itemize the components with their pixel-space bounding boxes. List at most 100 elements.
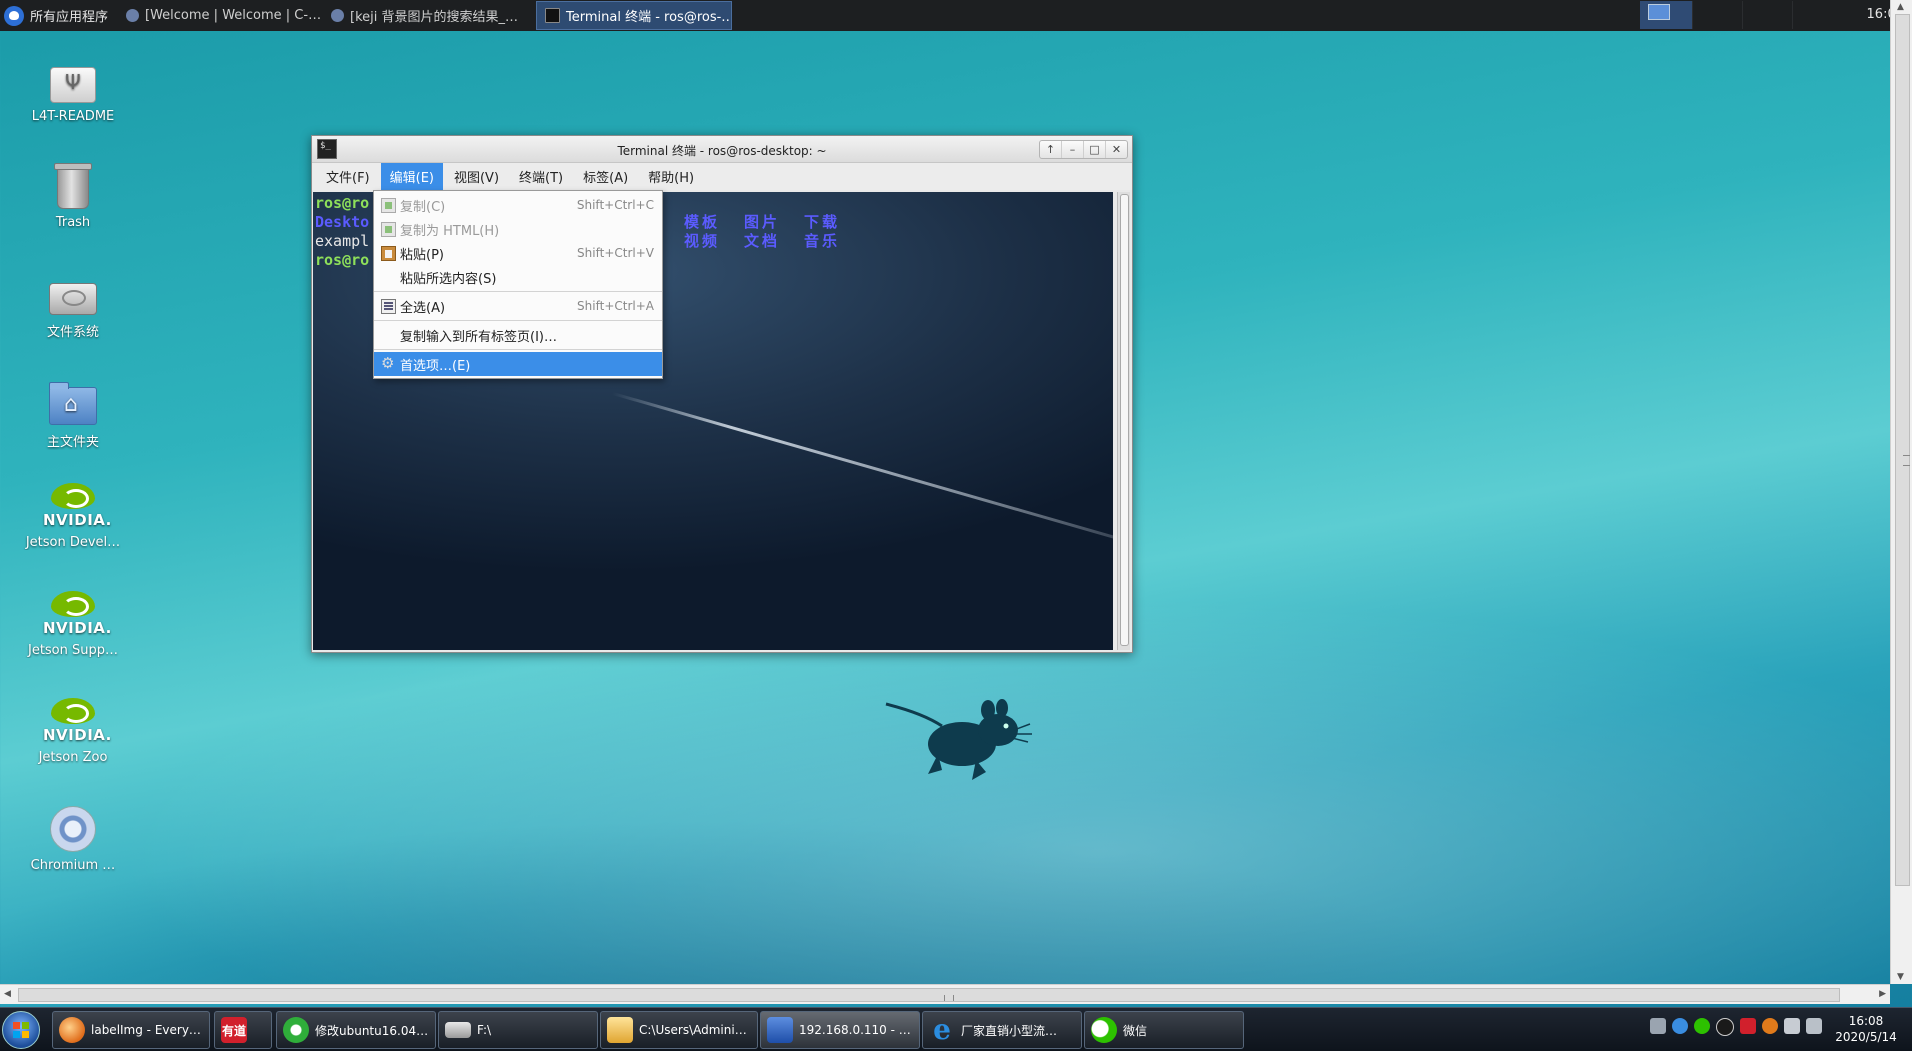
maximize-button[interactable]: □	[1084, 141, 1106, 158]
top-panel: 所有应用程序 [Welcome | Welcome | C-… [keji 背景…	[0, 0, 1912, 31]
menu-item-preferences[interactable]: ⚙ 首选项…(E)	[374, 352, 662, 376]
system-tray	[1650, 1018, 1822, 1036]
desktop-icon-label: Jetson Supp…	[27, 643, 119, 658]
terminal-scrollbar[interactable]	[1117, 192, 1130, 650]
viewer-vertical-scrollbar[interactable]: ▲ ▼	[1890, 0, 1912, 984]
taskbar-item-ie[interactable]: e 厂家直销小型流…	[922, 1011, 1082, 1049]
menu-item-paste[interactable]: 粘贴(P) Shift+Ctrl+V	[374, 241, 662, 265]
menu-file[interactable]: 文件(F)	[317, 163, 379, 190]
scroll-left-arrow-icon[interactable]: ◀	[4, 989, 11, 999]
menu-terminal[interactable]: 终端(T)	[510, 163, 572, 190]
taskbar-item-remote-desktop[interactable]: 192.168.0.110 - …	[760, 1011, 920, 1049]
close-button[interactable]: ✕	[1106, 141, 1127, 158]
menu-edit[interactable]: 编辑(E)	[380, 163, 443, 190]
taskbar-item-wechat[interactable]: 微信	[1084, 1011, 1244, 1049]
remote-desktop-icon	[767, 1017, 793, 1043]
edit-menu-dropdown: 复制(C) Shift+Ctrl+C 复制为 HTML(H) 粘贴(P) Shi…	[373, 190, 663, 379]
menu-view[interactable]: 视图(V)	[445, 163, 508, 190]
nvidia-icon: NVIDIA.	[43, 591, 111, 637]
viewer-horizontal-scrollbar[interactable]: ◀ ▶	[0, 984, 1890, 1004]
desktop-icon-jetson-developer[interactable]: NVIDIA. Jetson Devel…	[12, 483, 134, 550]
dir-entry: 模板	[684, 213, 721, 231]
dir-entry: 文档	[744, 232, 781, 250]
clock-date: 2020/5/14	[1835, 1030, 1897, 1044]
copy-icon	[381, 198, 396, 213]
panel-task-welcome[interactable]: [Welcome | Welcome | C-…	[118, 2, 320, 29]
scrollbar-thumb[interactable]	[18, 988, 1840, 1002]
applications-menu-label: 所有应用程序	[30, 10, 109, 25]
menu-item-label: 粘贴(P)	[400, 247, 444, 263]
nvidia-icon: NVIDIA.	[43, 483, 111, 529]
taskbar-item-drive-f[interactable]: F:\	[438, 1011, 598, 1049]
scroll-down-arrow-icon[interactable]: ▼	[1897, 972, 1904, 982]
qq-icon[interactable]	[1716, 1018, 1734, 1036]
panel-task-keji-search[interactable]: [keji 背景图片的搜索结果_…	[323, 2, 533, 29]
antivirus-icon[interactable]	[1740, 1018, 1756, 1034]
terminal-titlebar[interactable]: Terminal 终端 - ros@ros-desktop: ~ ↑ – □ ✕	[312, 136, 1132, 163]
scroll-up-arrow-icon[interactable]: ▲	[1897, 2, 1904, 12]
gear-icon: ⚙	[381, 354, 395, 372]
windows-taskbar: labelImg - Every… 有道 修改ubuntu16.04… F:\ …	[0, 1007, 1912, 1051]
workspace-switcher-1[interactable]	[1640, 1, 1692, 29]
start-button[interactable]	[2, 1011, 40, 1049]
dir-entry: 图片	[744, 213, 781, 231]
taskbar-item-labelimg-everything[interactable]: labelImg - Every…	[52, 1011, 210, 1049]
network-app-icon[interactable]	[1672, 1018, 1688, 1034]
terminal-icon[interactable]	[317, 139, 337, 159]
menu-item-label: 复制(C)	[400, 199, 446, 215]
taskbar-item-label: labelImg - Every…	[91, 1023, 201, 1037]
desktop-icon-filesystem[interactable]: 文件系统	[12, 273, 134, 340]
window-title: Terminal 终端 - ros@ros-desktop: ~	[617, 144, 827, 158]
menu-item-shortcut: Shift+Ctrl+C	[576, 198, 654, 212]
taskbar-item-label: F:\	[477, 1023, 492, 1037]
panel-task-terminal[interactable]: Terminal 终端 - ros@ros-…	[536, 1, 733, 30]
scroll-right-arrow-icon[interactable]: ▶	[1879, 989, 1886, 999]
taskbar-item-youdao[interactable]: 有道	[214, 1011, 272, 1049]
taskbar-item-users-folder[interactable]: C:\Users\Admini…	[600, 1011, 758, 1049]
menu-help[interactable]: 帮助(H)	[639, 163, 703, 190]
menu-item-copy[interactable]: 复制(C) Shift+Ctrl+C	[374, 193, 662, 217]
filesystem-icon	[49, 283, 97, 315]
taskbar-clock[interactable]: 16:08 2020/5/14	[1826, 1013, 1906, 1045]
menu-item-copy-input-to-all-tabs[interactable]: 复制输入到所有标签页(I)…	[374, 323, 662, 347]
window-controls: ↑ – □ ✕	[1039, 140, 1128, 159]
menu-item-label: 粘贴所选内容(S)	[400, 271, 497, 287]
scrollbar-thumb[interactable]	[1120, 194, 1129, 646]
desktop-icon-jetson-support[interactable]: NVIDIA. Jetson Supp…	[12, 591, 134, 658]
menu-item-copy-html[interactable]: 复制为 HTML(H)	[374, 217, 662, 241]
menu-tabs[interactable]: 标签(A)	[574, 163, 637, 190]
desktop-icon-label: Chromium …	[30, 858, 116, 873]
printer-icon[interactable]	[1650, 1018, 1666, 1034]
select-all-icon	[381, 299, 396, 314]
network-icon[interactable]	[1784, 1018, 1800, 1034]
desktop-icon-home-folder[interactable]: 主文件夹	[12, 379, 134, 450]
desktop-icon-jetson-zoo[interactable]: NVIDIA. Jetson Zoo	[12, 698, 134, 765]
applications-menu-button[interactable]: 所有应用程序	[0, 0, 118, 31]
desktop-icon-trash[interactable]: Trash	[12, 163, 134, 230]
wechat-tray-icon[interactable]	[1694, 1018, 1710, 1034]
menu-item-label: 复制输入到所有标签页(I)…	[400, 329, 557, 345]
menu-separator	[374, 349, 662, 350]
desktop-icon-chromium[interactable]: Chromium …	[12, 806, 134, 873]
menu-item-label: 复制为 HTML(H)	[400, 223, 500, 239]
search-tray-icon[interactable]	[1762, 1018, 1778, 1034]
panel-task-label: [Welcome | Welcome | C-…	[145, 8, 321, 23]
desktop-icon-l4t-readme[interactable]: L4T-README	[12, 61, 134, 124]
menu-item-select-all[interactable]: 全选(A) Shift+Ctrl+A	[374, 294, 662, 318]
menu-item-paste-selection[interactable]: 粘贴所选内容(S)	[374, 265, 662, 289]
workspace-window-thumb	[1648, 4, 1670, 20]
copy-icon	[381, 222, 396, 237]
wechat-icon	[1091, 1017, 1117, 1043]
workspace-switcher-others[interactable]	[1692, 1, 1842, 29]
minimize-button[interactable]: –	[1062, 141, 1084, 158]
taskbar-item-ubuntu-browser[interactable]: 修改ubuntu16.04…	[276, 1011, 436, 1049]
home-folder-icon	[49, 382, 97, 425]
usb-drive-icon	[50, 67, 96, 103]
scrollbar-thumb[interactable]	[1895, 14, 1910, 886]
dir-entry: 下载	[804, 213, 841, 231]
keep-above-button[interactable]: ↑	[1040, 141, 1062, 158]
terminal-line: Deskto	[315, 213, 370, 231]
volume-muted-icon[interactable]	[1806, 1018, 1822, 1034]
clock-time: 16:08	[1848, 1014, 1884, 1028]
folder-icon	[607, 1017, 633, 1043]
